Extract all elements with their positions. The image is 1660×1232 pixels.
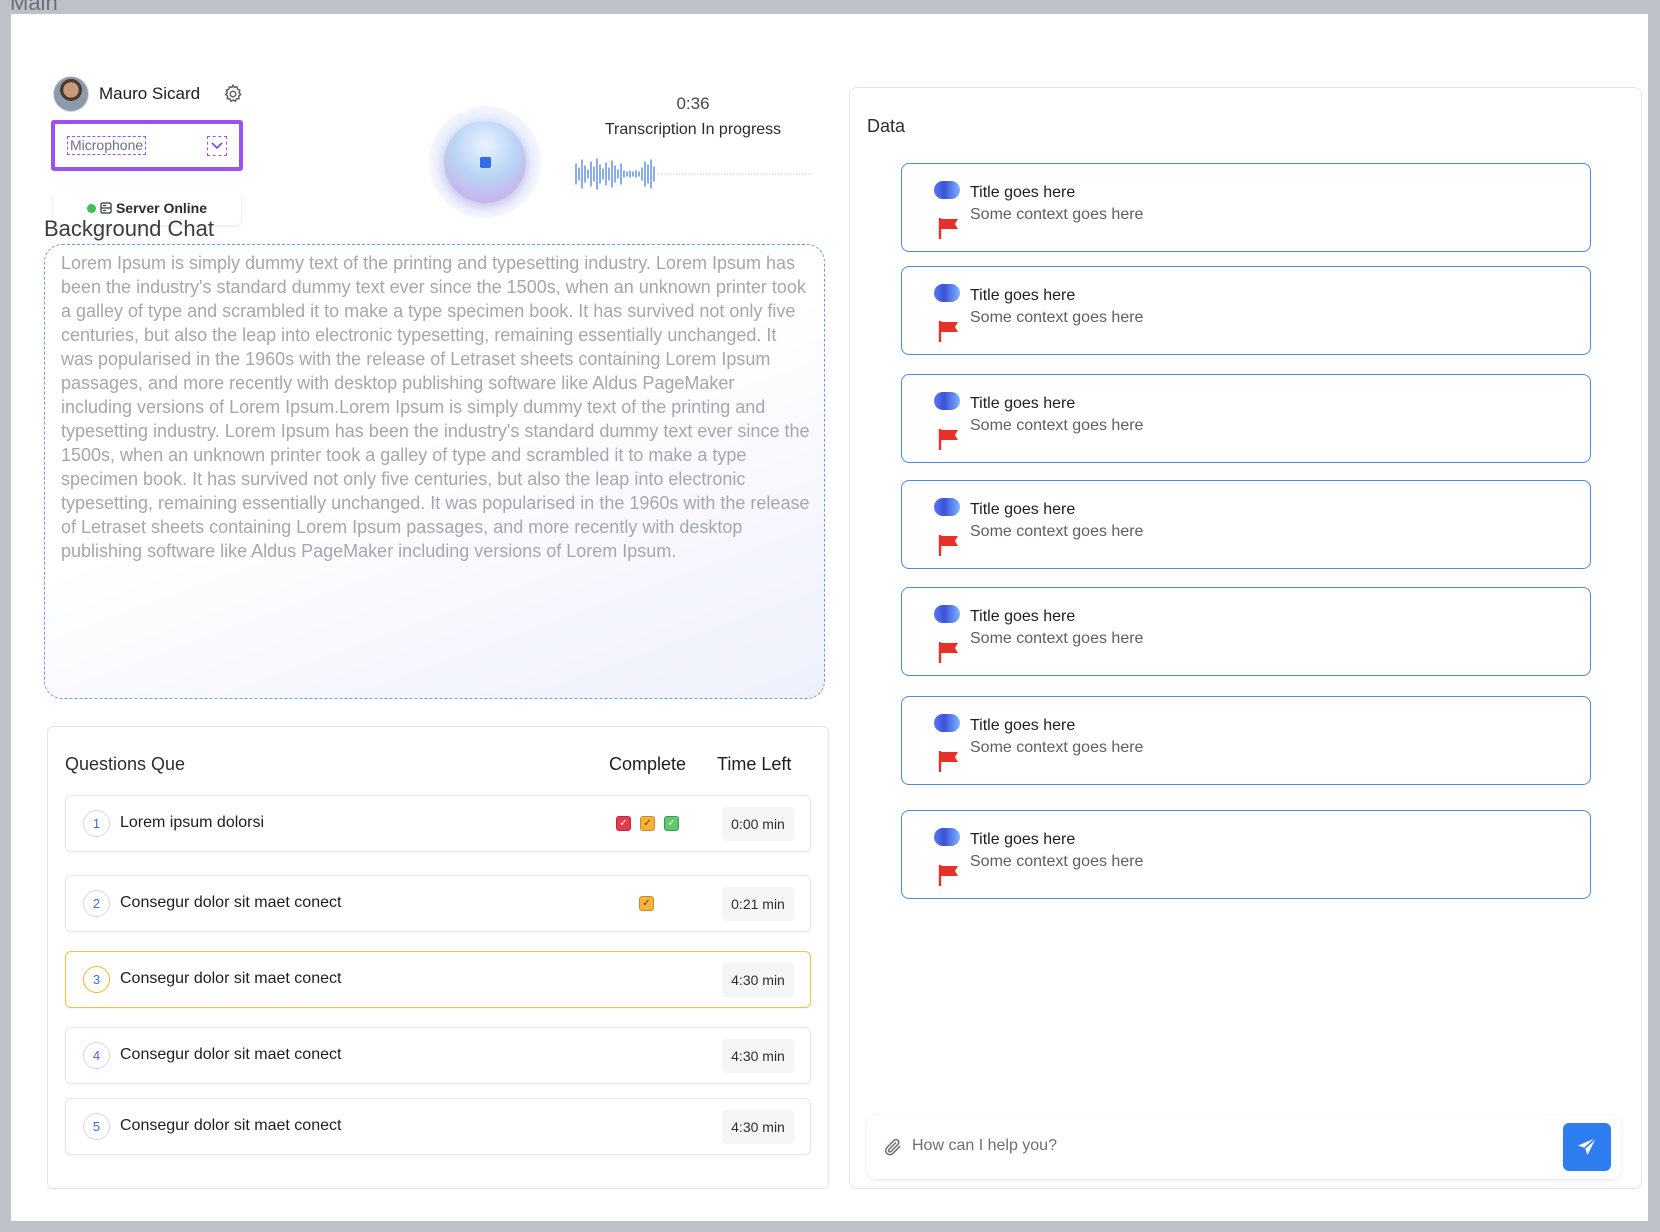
microphone-select[interactable]: Microphone — [51, 120, 243, 171]
column-header-time-left: Time Left — [717, 754, 792, 774]
background-chat-title: Background Chat — [44, 216, 214, 241]
question-row-1[interactable]: 1 Lorem ipsum dolorsi ✓ ✓ ✓ 0:00 min — [65, 795, 811, 852]
server-status-text: Server Online — [115, 200, 208, 216]
background-chat-text: Lorem Ipsum is simply dummy text of the … — [61, 253, 810, 561]
yellow-check-icon[interactable]: ✓ — [639, 896, 654, 911]
card-subtitle: Some context goes here — [970, 630, 1144, 647]
data-card[interactable]: Title goes here Some context goes here — [901, 374, 1591, 463]
pill-icon — [934, 714, 960, 732]
gear-icon[interactable] — [222, 83, 244, 105]
data-card[interactable]: Title goes here Some context goes here — [901, 810, 1591, 899]
card-title: Title goes here — [970, 608, 1076, 625]
record-orb[interactable] — [429, 106, 541, 218]
question-number: 4 — [83, 1042, 110, 1069]
question-number: 1 — [83, 810, 110, 837]
flag-icon — [938, 218, 958, 239]
question-row-4[interactable]: 4 Consegur dolor sit maet conect 4:30 mi… — [65, 1027, 811, 1084]
questions-panel: Questions Que Complete Time Left 1 Lorem… — [47, 726, 829, 1189]
card-title: Title goes here — [970, 184, 1076, 201]
question-number: 2 — [83, 890, 110, 917]
data-panel: Data Title goes here Some context goes h… — [849, 87, 1642, 1189]
user-header: Mauro Sicard — [53, 76, 244, 112]
server-icon — [100, 202, 112, 214]
time-left-badge: 0:00 min — [722, 807, 794, 841]
yellow-check-icon[interactable]: ✓ — [640, 816, 655, 831]
complete-checks: ✓ — [639, 896, 654, 911]
pill-icon — [934, 498, 960, 516]
complete-checks: ✓ ✓ ✓ — [616, 816, 679, 831]
card-subtitle: Some context goes here — [970, 206, 1144, 223]
data-card[interactable]: Title goes here Some context goes here — [901, 480, 1591, 569]
card-subtitle: Some context goes here — [970, 417, 1144, 434]
flag-icon — [938, 429, 958, 450]
flag-icon — [938, 321, 958, 342]
card-title: Title goes here — [970, 501, 1076, 518]
chat-input[interactable]: How can I help you? — [912, 1137, 1057, 1155]
paperclip-icon[interactable] — [883, 1137, 903, 1157]
card-subtitle: Some context goes here — [970, 853, 1144, 870]
user-name: Mauro Sicard — [99, 84, 201, 103]
send-button[interactable] — [1563, 1123, 1611, 1171]
data-card[interactable]: Title goes here Some context goes here — [901, 696, 1591, 785]
pill-icon — [934, 828, 960, 846]
card-subtitle: Some context goes here — [970, 739, 1144, 756]
questions-title: Questions Que — [65, 754, 186, 774]
data-card[interactable]: Title goes here Some context goes here — [901, 163, 1591, 252]
question-row-2[interactable]: 2 Consegur dolor sit maet conect ✓ 0:21 … — [65, 875, 811, 932]
data-title: Data — [867, 116, 906, 136]
flag-icon — [938, 865, 958, 886]
send-icon — [1578, 1137, 1597, 1155]
data-card[interactable]: Title goes here Some context goes here — [901, 266, 1591, 355]
pill-icon — [934, 181, 960, 199]
pill-icon — [934, 605, 960, 623]
question-row-3[interactable]: 3 Consegur dolor sit maet conect 4:30 mi… — [65, 951, 811, 1008]
time-left-badge: 4:30 min — [722, 1039, 794, 1073]
card-subtitle: Some context goes here — [970, 523, 1144, 540]
flag-icon — [938, 535, 958, 556]
record-orb-inner — [444, 121, 526, 203]
card-title: Title goes here — [970, 287, 1076, 304]
question-text: Consegur dolor sit maet conect — [120, 1117, 342, 1134]
question-text: Consegur dolor sit maet conect — [120, 1046, 342, 1063]
question-text: Consegur dolor sit maet conect — [120, 894, 342, 911]
pill-icon — [934, 392, 960, 410]
main-canvas: Mauro Sicard Microphone Server Online 0:… — [11, 14, 1648, 1221]
card-title: Title goes here — [970, 395, 1076, 412]
data-card[interactable]: Title goes here Some context goes here — [901, 587, 1591, 676]
question-row-5[interactable]: 5 Consegur dolor sit maet conect 4:30 mi… — [65, 1098, 811, 1155]
microphone-label: Microphone — [67, 136, 147, 155]
time-left-badge: 0:21 min — [722, 887, 794, 921]
transcription-status: Transcription In progress — [604, 121, 782, 138]
background-chat-box[interactable]: Lorem Ipsum is simply dummy text of the … — [44, 244, 825, 699]
chevron-down-icon[interactable] — [207, 135, 227, 156]
stop-icon — [479, 156, 491, 168]
card-title: Title goes here — [970, 831, 1076, 848]
waveform-icon — [575, 158, 812, 190]
flag-icon — [938, 642, 958, 663]
status-dot-icon — [86, 203, 96, 213]
question-text: Consegur dolor sit maet conect — [120, 970, 342, 987]
question-number: 5 — [83, 1113, 110, 1140]
red-check-icon[interactable]: ✓ — [616, 816, 631, 831]
column-header-complete: Complete — [609, 754, 687, 774]
card-subtitle: Some context goes here — [970, 309, 1144, 326]
flag-icon — [938, 751, 958, 772]
time-left-badge: 4:30 min — [722, 963, 794, 997]
pill-icon — [934, 284, 960, 302]
chat-input-bar: How can I help you? — [867, 1115, 1621, 1179]
card-title: Title goes here — [970, 717, 1076, 734]
question-text: Lorem ipsum dolorsi — [120, 814, 265, 831]
recording-timer: 0:36 — [676, 94, 710, 113]
question-number: 3 — [83, 966, 110, 993]
green-check-icon[interactable]: ✓ — [664, 816, 679, 831]
time-left-badge: 4:30 min — [722, 1110, 794, 1144]
avatar[interactable] — [53, 76, 89, 112]
